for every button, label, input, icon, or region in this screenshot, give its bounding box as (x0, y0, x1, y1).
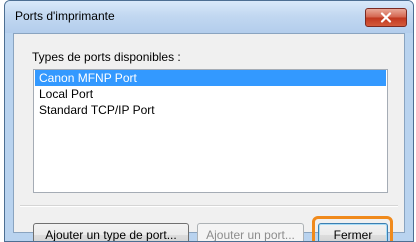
close-icon (380, 12, 392, 23)
ports-listbox[interactable]: Canon MFNP Port Local Port Standard TCP/… (33, 69, 388, 193)
list-item-canon-mfnp-port[interactable]: Canon MFNP Port (35, 70, 386, 86)
close-window-button[interactable] (365, 8, 407, 27)
add-port-type-button[interactable]: Ajouter un type de port... (33, 223, 189, 241)
separator (20, 205, 398, 207)
close-button[interactable]: Fermer (318, 223, 388, 241)
add-port-button[interactable]: Ajouter un port... (197, 223, 304, 241)
list-item-local-port[interactable]: Local Port (35, 86, 386, 102)
ports-list-label: Types de ports disponibles : (32, 50, 181, 64)
dialog-content: Types de ports disponibles : Canon MFNP … (13, 33, 405, 241)
list-item-standard-tcpip-port[interactable]: Standard TCP/IP Port (35, 102, 386, 118)
title-bar[interactable]: Ports d'imprimante (5, 1, 413, 33)
dialog-title: Ports d'imprimante (15, 9, 115, 23)
printer-ports-dialog: Ports d'imprimante Types de ports dispon… (4, 0, 414, 242)
